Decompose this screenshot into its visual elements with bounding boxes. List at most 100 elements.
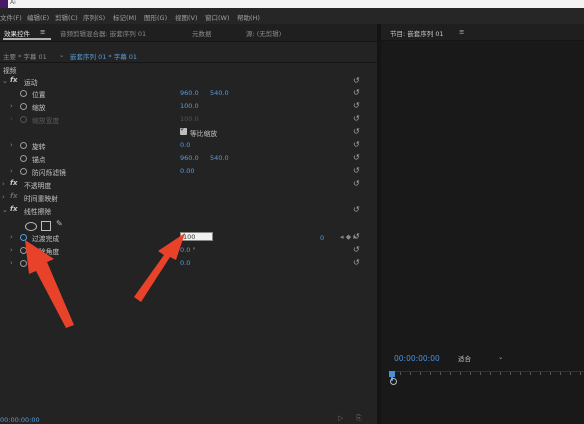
checkbox-label: 等比缩放: [190, 130, 218, 138]
export-frame-icon[interactable]: ⎘: [356, 414, 362, 423]
twirl-open-icon[interactable]: ⌄: [2, 77, 8, 85]
effect-row-time-remap[interactable]: › fx 时间重映射: [0, 192, 377, 204]
effect-controls-footer: 00:00:00:00 ▷ ⎘: [0, 412, 377, 424]
reset-icon[interactable]: ↺: [353, 127, 360, 136]
time-ruler[interactable]: [390, 371, 584, 384]
ruler-tick: [550, 372, 551, 375]
param-value[interactable]: 0.0: [180, 141, 190, 149]
reset-icon[interactable]: ↺: [353, 232, 360, 241]
stopwatch-icon[interactable]: [20, 247, 27, 254]
reset-icon[interactable]: ↺: [353, 258, 360, 267]
twirl-closed-icon[interactable]: ›: [2, 193, 5, 201]
param-value-x[interactable]: 960.0: [180, 89, 199, 97]
menu-graphics[interactable]: 图形(G): [144, 12, 167, 22]
fx-badge[interactable]: fx: [10, 76, 18, 84]
source-clip-label[interactable]: 主要 * 字幕 01: [3, 51, 47, 61]
reset-icon[interactable]: ↺: [353, 153, 360, 162]
sequence-clip-label[interactable]: 嵌套序列 01 * 字幕 01: [70, 51, 137, 61]
fit-zoom-select[interactable]: 适合 ⌄: [458, 353, 506, 363]
playhead-timecode[interactable]: 00:00:00:00: [394, 354, 440, 363]
stopwatch-icon[interactable]: [20, 90, 27, 97]
stopwatch-icon[interactable]: [20, 142, 27, 149]
stopwatch-icon[interactable]: [20, 103, 27, 110]
menu-marker[interactable]: 标记(M): [113, 12, 137, 22]
ruler-tick: [510, 372, 511, 375]
stopwatch-icon[interactable]: [20, 234, 27, 241]
twirl-closed-icon[interactable]: ›: [2, 180, 5, 188]
fx-badge[interactable]: fx: [10, 179, 18, 187]
effect-row-motion[interactable]: ⌄ fx 运动 ↺: [0, 76, 377, 88]
param-row-scale[interactable]: › 缩放 100.0 ↺: [0, 101, 377, 113]
playhead-handle[interactable]: [390, 378, 397, 385]
reset-icon[interactable]: ↺: [353, 88, 360, 97]
param-row-position[interactable]: 位置 960.0 540.0 ↺: [0, 88, 377, 100]
param-row-feather[interactable]: › 羽化 0.0 ↺: [0, 258, 377, 270]
twirl-closed-icon: ›: [10, 115, 13, 123]
param-value[interactable]: 0.00: [180, 167, 194, 175]
twirl-closed-icon[interactable]: ›: [10, 259, 13, 267]
tab-audio-clip-mixer[interactable]: 音频剪辑混合器: 嵌套序列 01: [60, 28, 146, 38]
tab-metadata[interactable]: 元数据: [192, 28, 212, 38]
effect-name: 线性擦除: [24, 208, 52, 216]
keyframe-value: 0: [320, 234, 325, 242]
param-value-x[interactable]: 960.0: [180, 154, 199, 162]
transition-completion-input[interactable]: 100: [180, 232, 213, 241]
menu-help[interactable]: 帮助(H): [237, 12, 260, 22]
stopwatch-icon[interactable]: [20, 260, 27, 267]
ruler-tick: [480, 372, 481, 375]
effect-row-linear-wipe[interactable]: ⌄ fx 线性擦除 ↺: [0, 205, 377, 217]
reset-icon[interactable]: ↺: [353, 166, 360, 175]
param-value-y[interactable]: 540.0: [210, 154, 229, 162]
tab-effect-controls[interactable]: 效果控件: [4, 28, 30, 38]
twirl-closed-icon[interactable]: ›: [10, 167, 13, 175]
stopwatch-icon[interactable]: [20, 155, 27, 162]
reset-icon[interactable]: ↺: [353, 179, 360, 188]
reset-icon[interactable]: ↺: [353, 76, 360, 85]
reset-icon[interactable]: ↺: [353, 245, 360, 254]
param-row-uniform-scale[interactable]: 等比缩放 ↺: [0, 125, 377, 139]
menu-view[interactable]: 视图(V): [175, 12, 198, 22]
param-value[interactable]: 0.0 °: [180, 246, 196, 254]
ruler-tick: [500, 372, 501, 375]
uniform-scale-checkbox[interactable]: [180, 125, 187, 135]
menu-file[interactable]: 文件(F): [0, 12, 22, 22]
param-row-anti-flicker[interactable]: › 防闪烁滤镜 0.00 ↺: [0, 166, 377, 178]
reset-icon[interactable]: ↺: [353, 101, 360, 110]
param-value[interactable]: 0.0: [180, 259, 190, 267]
menu-edit[interactable]: 编辑(E): [27, 12, 49, 22]
chevron-down-icon: ⌄: [498, 353, 504, 361]
tab-source[interactable]: 源: (无剪辑): [246, 28, 281, 38]
menu-clip[interactable]: 剪辑(C): [55, 12, 78, 22]
timecode[interactable]: 00:00:00:00: [0, 416, 40, 424]
stopwatch-icon[interactable]: [20, 168, 27, 175]
param-value[interactable]: 100.0: [180, 102, 199, 110]
param-value-y[interactable]: 540.0: [210, 89, 229, 97]
reset-icon[interactable]: ↺: [353, 140, 360, 149]
twirl-closed-icon[interactable]: ›: [10, 102, 13, 110]
reset-icon[interactable]: ↺: [353, 114, 360, 123]
rectangle-mask-icon[interactable]: [41, 221, 51, 231]
effect-row-opacity[interactable]: › fx 不透明度 ↺: [0, 179, 377, 191]
ruler-tick: [490, 372, 491, 375]
param-label: 擦除角度: [32, 248, 60, 256]
twirl-closed-icon[interactable]: ›: [10, 233, 13, 241]
panel-menu-icon[interactable]: ≡: [459, 28, 464, 36]
menu-window[interactable]: 窗口(W): [205, 12, 230, 22]
ellipse-mask-icon[interactable]: [25, 222, 37, 231]
param-row-rotation[interactable]: › 旋转 0.0 ↺: [0, 140, 377, 152]
menu-sequence[interactable]: 序列(S): [83, 12, 105, 22]
play-clip-icon[interactable]: ▷: [338, 414, 343, 422]
param-row-wipe-angle[interactable]: › 擦除角度 0.0 ° ↺: [0, 245, 377, 257]
pen-mask-icon[interactable]: ✎: [56, 219, 63, 228]
fx-badge[interactable]: fx: [10, 205, 18, 213]
stopwatch-icon: [20, 116, 27, 123]
effect-controls-panel: 效果控件 ≡ 音频剪辑混合器: 嵌套序列 01 元数据 源: (无剪辑) 主要 …: [0, 24, 377, 424]
chevron-down-icon[interactable]: ⌄: [59, 51, 64, 59]
twirl-closed-icon[interactable]: ›: [10, 141, 13, 149]
program-monitor-title[interactable]: 节目: 嵌套序列 01: [390, 28, 444, 38]
twirl-open-icon[interactable]: ⌄: [2, 206, 8, 214]
reset-icon[interactable]: ↺: [353, 205, 360, 214]
panel-menu-icon[interactable]: ≡: [40, 28, 45, 36]
param-row-anchor[interactable]: 锚点 960.0 540.0 ↺: [0, 153, 377, 165]
twirl-closed-icon[interactable]: ›: [10, 246, 13, 254]
